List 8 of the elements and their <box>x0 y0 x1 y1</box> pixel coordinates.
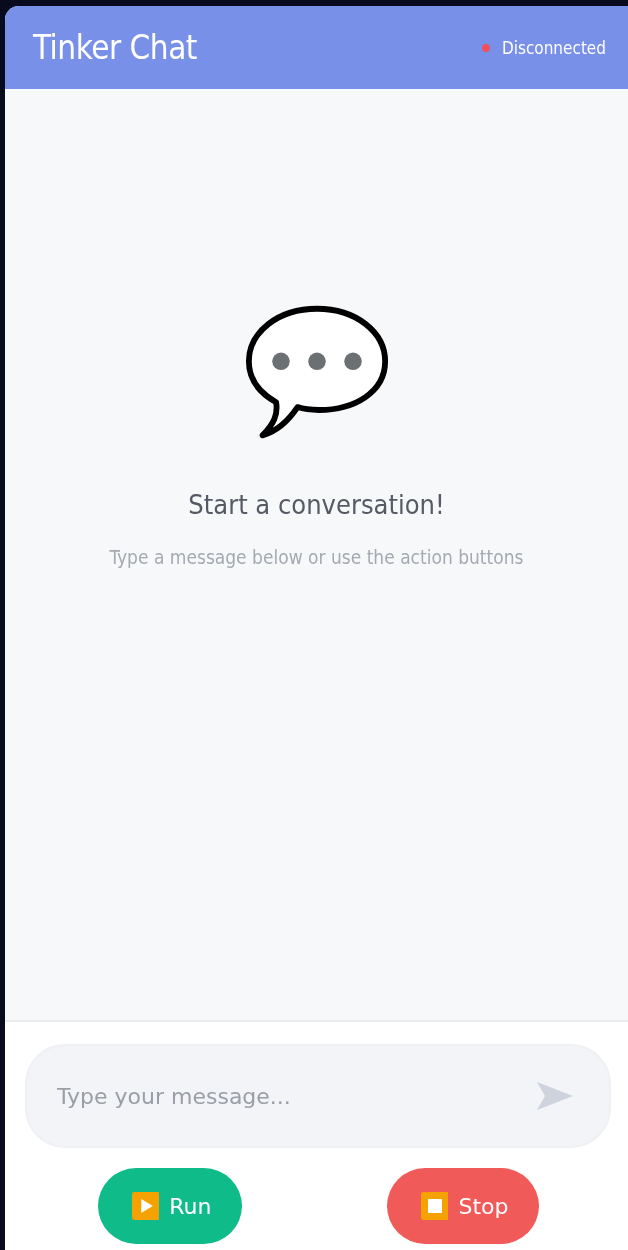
send-icon[interactable] <box>535 1080 575 1112</box>
empty-state-heading: Start a conversation! <box>188 489 445 520</box>
message-field[interactable]: Type your message... <box>25 1044 611 1148</box>
run-button[interactable]: Run <box>97 1168 242 1244</box>
empty-state-hint: Type a message below or use the action buttons <box>109 546 524 568</box>
connection-status: Disconnected <box>501 37 606 58</box>
app-title: Tinker Chat <box>33 28 197 67</box>
stop-button[interactable]: Stop <box>386 1168 539 1244</box>
